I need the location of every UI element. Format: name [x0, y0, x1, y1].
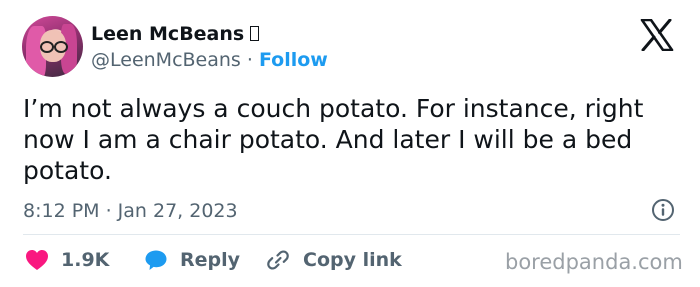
divider	[23, 234, 680, 235]
author-name[interactable]: Leen McBeans	[91, 22, 260, 46]
author-name-text: Leen McBeans	[91, 23, 245, 45]
emoji-placeholder-icon	[250, 26, 260, 41]
speech-bubble-icon	[145, 250, 167, 270]
reply-label: Reply	[180, 249, 241, 271]
tweet-text: I’m not always a couch potato. For insta…	[23, 94, 644, 185]
avatar[interactable]	[22, 16, 83, 77]
author-handle-line: @LeenMcBeans · Follow	[91, 48, 328, 72]
copy-link-label: Copy link	[303, 249, 402, 271]
author-handle[interactable]: @LeenMcBeans	[91, 49, 241, 71]
info-icon[interactable]	[651, 198, 675, 222]
follow-button[interactable]: Follow	[259, 49, 328, 71]
watermark: boredpanda.com	[505, 250, 683, 274]
copy-link-button[interactable]: Copy link	[265, 247, 402, 273]
handle-separator: ·	[246, 49, 253, 71]
tweet-timestamp[interactable]: 8:12 PM · Jan 27, 2023	[23, 199, 238, 223]
heart-icon	[26, 250, 48, 270]
like-count: 1.9K	[61, 249, 110, 271]
like-button[interactable]: 1.9K	[25, 247, 109, 273]
x-logo-icon[interactable]	[640, 19, 674, 51]
reply-button[interactable]: Reply	[144, 247, 240, 273]
link-icon	[267, 250, 289, 270]
